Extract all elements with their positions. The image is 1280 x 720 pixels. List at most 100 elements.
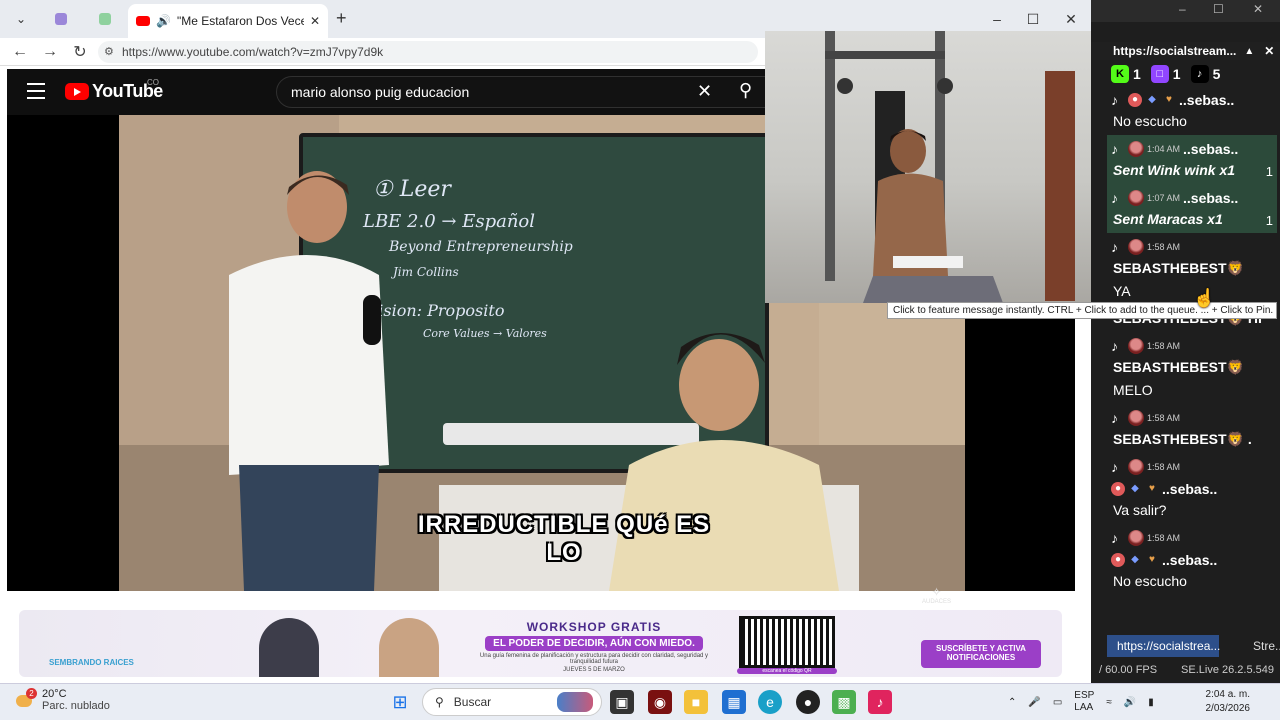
chat-bottom-tabs: https://socialstrea... Stre... [1091,632,1280,658]
heart-icon: ♥ [1149,483,1155,494]
close-window-button[interactable]: ✕ [1253,2,1263,16]
windows-start-icon[interactable]: ⊞ [388,690,412,714]
task-view-icon[interactable]: ▣ [610,690,634,714]
chat-time: 1:58 AM [1147,413,1181,423]
tiktok-icon: ♪ [1111,239,1118,255]
chat-time: 1:07 AM [1147,193,1181,203]
tiktok-icon: ♪ [1111,410,1118,426]
wifi-icon[interactable]: ≈ [1106,697,1112,708]
weather-condition: Parc. nublado [42,700,110,712]
minimize-button[interactable]: – [982,8,1012,30]
popout-icon[interactable]: ▲ [1244,46,1254,57]
tab-active-youtube[interactable]: 🔊 "Me Estafaron Dos Veces y ho ✕ [128,4,328,38]
chat-message[interactable]: ♪ 1:58 AM SEBASTHEBEST🦁 . [1107,404,1277,453]
ad-workshop: WORKSHOP GRATIS [526,620,662,634]
diamond-icon: ◆ [1131,554,1139,565]
chat-text: Va salir? [1113,502,1167,518]
chat-username: ..sebas.. [1162,481,1218,497]
search-input[interactable]: mario alonso puig educacion [276,76,766,108]
ad-person-man [259,618,319,677]
gift-count: 1 [1265,164,1273,179]
app-green-icon[interactable]: ▩ [832,690,856,714]
door [1045,71,1075,301]
volume-icon[interactable]: 🔊 [1124,697,1136,708]
tab-2[interactable] [88,6,122,32]
battery-icon[interactable]: ▮ [1148,697,1154,708]
search-icon[interactable]: ⚲ [739,80,752,101]
tab-list-button[interactable]: ⌄ [4,6,38,32]
streamer-person [863,129,1003,303]
tiktok-icon: ♪ [1111,92,1118,108]
display-icon[interactable]: ▭ [1053,697,1062,708]
chat-gift-message[interactable]: ♪ 1:04 AM ..sebas.. Sent Wink wink x1 1 [1107,135,1277,184]
chat-message[interactable]: ♪ 1:58 AM ● ◆ ♥ ..sebas.. Va salir? [1107,453,1277,524]
hamburger-menu-icon[interactable] [27,83,45,99]
microphone-icon[interactable]: 🎤 [1028,697,1040,708]
obs-icon[interactable]: ● [796,690,820,714]
tiktok-icon: ♪ [1111,190,1118,206]
twitch-icon: □ [1150,65,1169,83]
channel-watermark: ✧ AUDACES [922,585,951,605]
chat-message[interactable]: ♪ 1:58 AM SEBASTHEBEST🦁 MELO [1107,332,1277,404]
avatar [1128,459,1144,475]
status-bar: / 60.00 FPS SE.Live 26.2.5.549 [1091,660,1280,680]
close-window-button[interactable]: ✕ [1056,8,1086,30]
webcam-overlay [765,31,1112,303]
chat-time: 1:58 AM [1147,533,1181,543]
maximize-button[interactable]: ☐ [1018,8,1048,30]
tiktok-icon: ♪ [1111,338,1118,354]
chat-text: No escucho [1113,573,1187,589]
language-code: ESP [1074,690,1095,701]
chat-username: SEBASTHEBEST🦁 [1113,260,1245,276]
temperature: 20°C [42,688,67,700]
edge-icon[interactable]: e [758,690,782,714]
url-text: https://www.youtube.com/watch?v=zmJ7vpy7… [122,45,384,59]
chat-gift-message[interactable]: ♪ 1:07 AM ..sebas.. Sent Maracas x1 1 [1107,184,1277,233]
chat-time: 1:58 AM [1147,462,1181,472]
badge-icon: ● [1128,93,1142,107]
url-field[interactable]: ⚙ https://www.youtube.com/watch?v=zmJ7vp… [98,41,758,63]
forward-button[interactable]: → [38,42,62,62]
tiktok-live-icon[interactable]: ♪ [868,690,892,714]
store-icon[interactable]: ▦ [722,690,746,714]
chat-message[interactable]: ♪ ● ◆ ♥ ..sebas.. No escucho [1107,86,1277,135]
clear-search-icon[interactable]: ✕ [697,81,712,102]
back-button[interactable]: ← [8,42,32,62]
site-info-icon[interactable]: ⚙ [104,45,114,58]
dollar-icon [99,13,111,25]
chat-username: ..sebas.. [1179,92,1235,108]
mouse-cursor-icon: ☝ [1193,288,1216,308]
chat-text: MELO [1113,382,1153,398]
system-tray: ⌃ 🎤 ▭ ESP LAA ≈ 🔊 ▮ [1008,688,1154,716]
weather-widget[interactable]: 2 20°C Parc. nublado [14,688,110,712]
ad-banner[interactable]: SEMBRANDO RAICES WORKSHOP GRATIS EL PODE… [19,610,1062,677]
reload-button[interactable]: ↻ [68,42,92,62]
speaker-icon[interactable]: 🔊 [156,14,171,28]
taskbar-search[interactable]: ⚲ Buscar [422,688,602,716]
heart-icon: ♥ [1149,554,1155,565]
tab-socialstream[interactable]: https://socialstrea... [1107,635,1220,657]
language-layout: LAA [1074,702,1094,713]
file-explorer-icon[interactable]: ■ [684,690,708,714]
search-placeholder: Buscar [453,695,492,709]
diamond-icon: ◆ [1131,483,1139,494]
close-icon[interactable]: ✕ [1264,44,1274,58]
minimize-button[interactable]: – [1179,2,1186,16]
new-tab-button[interactable]: + [336,8,347,29]
close-tab-icon[interactable]: ✕ [310,14,320,28]
tab-stream[interactable]: Stre... [1225,635,1280,657]
chat-message[interactable]: ♪ 1:58 AM ● ◆ ♥ ..sebas.. No escucho [1107,524,1277,595]
chat-message-list: ♪ ● ◆ ♥ ..sebas.. No escucho ♪ 1:04 AM .… [1107,86,1277,616]
maximize-button[interactable]: ☐ [1213,2,1224,16]
version-label: SE.Live 26.2.5.549 [1181,664,1274,676]
tiktok-icon: ♪ [1111,530,1118,546]
app-shield-icon[interactable]: ◉ [648,690,672,714]
chat-username: SEBASTHEBEST🦁 [1113,359,1245,375]
chevron-up-icon[interactable]: ⌃ [1008,697,1016,708]
clock[interactable]: 2:04 a. m. 2/03/2026 [1200,688,1251,716]
tab-1[interactable] [44,6,78,32]
whiteboard-line: Core Values → Valores [423,327,547,340]
language-indicator[interactable]: ESP LAA [1074,690,1094,714]
chat-message[interactable]: ♪ 1:58 AM SEBASTHEBEST🦁 YA [1107,233,1277,305]
chat-window-titlebar: – ☐ ✕ [1091,0,1280,22]
